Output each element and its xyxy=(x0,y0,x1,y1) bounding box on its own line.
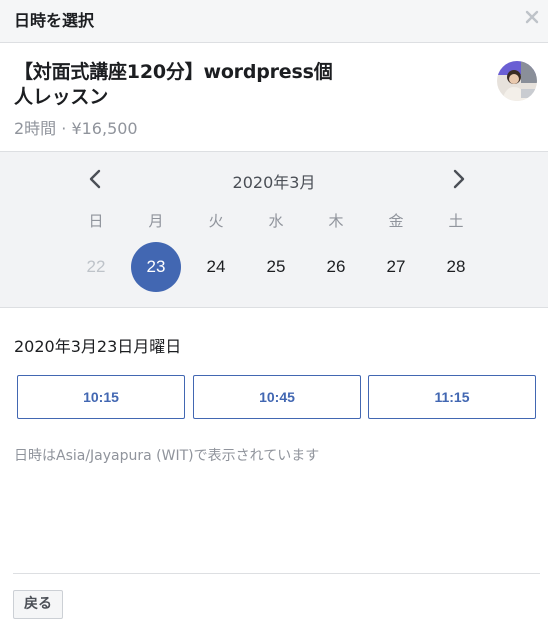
selected-date-heading: 2020年3月23日月曜日 xyxy=(14,337,182,356)
calendar-day[interactable]: 25 xyxy=(251,242,301,292)
weekday-fri: 金 xyxy=(388,212,404,230)
weekday-wed: 水 xyxy=(268,212,284,230)
service-info: 【対面式講座120分】wordpress個人レッスン 2時間 · ¥16,500 xyxy=(0,43,548,151)
calendar-day-selected[interactable]: 23 xyxy=(131,242,181,292)
service-title: 【対面式講座120分】wordpress個人レッスン xyxy=(14,61,333,108)
back-button[interactable]: 戻る xyxy=(13,590,63,619)
weekday-thu: 木 xyxy=(328,212,344,230)
chevron-right-icon[interactable] xyxy=(449,168,469,190)
service-duration-price: 2時間 · ¥16,500 xyxy=(14,119,138,138)
calendar-day[interactable]: 26 xyxy=(311,242,361,292)
avatar xyxy=(497,61,537,101)
calendar-day[interactable]: 28 xyxy=(431,242,481,292)
time-slot-button[interactable]: 10:15 xyxy=(17,375,185,419)
calendar-day[interactable]: 27 xyxy=(371,242,421,292)
dialog-header: 日時を選択 xyxy=(0,0,548,43)
weekday-sat: 土 xyxy=(448,212,464,230)
calendar: 2020年3月 日 月 火 水 木 金 土 22 23 24 25 26 27 … xyxy=(0,151,548,308)
weekday-mon: 月 xyxy=(148,212,164,230)
timezone-note: 日時はAsia/Jayapura (WIT)で表示されています xyxy=(14,448,320,464)
weekday-sun: 日 xyxy=(88,212,104,230)
dialog-title: 日時を選択 xyxy=(14,11,95,30)
weekday-tue: 火 xyxy=(208,212,224,230)
time-slot-button[interactable]: 11:15 xyxy=(368,375,536,419)
calendar-day[interactable]: 24 xyxy=(191,242,241,292)
close-icon[interactable] xyxy=(524,9,540,25)
calendar-day: 22 xyxy=(86,257,106,276)
divider xyxy=(13,573,540,574)
time-slot-button[interactable]: 10:45 xyxy=(193,375,361,419)
